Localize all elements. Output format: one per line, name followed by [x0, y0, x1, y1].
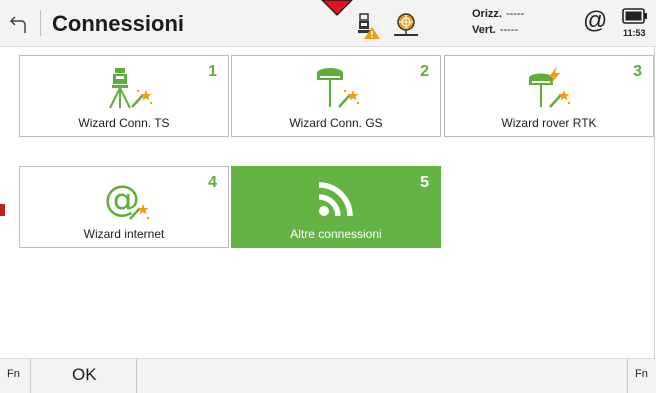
tile-label: Wizard Conn. TS — [78, 116, 170, 130]
battery-icon — [622, 8, 647, 24]
tile-number: 4 — [208, 174, 217, 191]
vertical-accuracy-label: Vert. — [472, 24, 496, 36]
internet-wizard-icon: @ — [104, 179, 150, 220]
ok-button[interactable]: OK — [72, 365, 97, 385]
tile-label: Wizard internet — [83, 227, 165, 241]
page-title: Connessioni — [52, 11, 185, 36]
tile-label: Altre connessioni — [290, 227, 382, 241]
total-station-warning-icon[interactable] — [355, 12, 381, 40]
footer-separator — [30, 359, 31, 393]
tile-number: 5 — [420, 174, 429, 191]
gnss-wizard-icon — [317, 68, 360, 108]
horizontal-accuracy-label: Orizz. — [472, 8, 502, 20]
tile-label: Wizard rover RTK — [501, 116, 597, 130]
vertical-accuracy-value: ----- — [499, 24, 519, 36]
back-separator — [40, 10, 41, 36]
left-marker — [0, 204, 5, 216]
internet-status-icon[interactable]: @ — [583, 8, 607, 34]
tile-wizard-conn-gs[interactable]: 2 Wizard Conn. GS — [231, 55, 441, 137]
back-arrow-icon[interactable] — [8, 13, 30, 35]
tile-altre-connessioni[interactable]: 5 Altre connessioni — [231, 166, 441, 248]
total-station-wizard-icon — [109, 68, 153, 109]
tile-number: 2 — [420, 63, 429, 80]
tile-wizard-conn-ts[interactable]: 1 Wizard Conn. TS — [19, 55, 229, 137]
footer-separator — [136, 359, 137, 393]
prism-icon[interactable] — [391, 11, 421, 39]
wireless-icon — [318, 182, 353, 217]
horizontal-accuracy-value: ----- — [505, 8, 525, 20]
footer-separator — [627, 359, 628, 393]
tile-wizard-internet[interactable]: @ 4 Wizard internet — [19, 166, 229, 248]
rtk-rover-wizard-icon — [529, 66, 571, 108]
tile-label: Wizard Conn. GS — [289, 116, 383, 130]
fn-right-button[interactable]: Fn — [635, 368, 648, 380]
tile-number: 1 — [208, 63, 217, 80]
bottom-bar: Fn OK Fn — [0, 358, 656, 393]
clock: 11:53 — [623, 28, 646, 38]
accuracy-readout: Orizz. ----- Vert. ----- — [472, 6, 524, 38]
fn-left-button[interactable]: Fn — [7, 368, 20, 380]
tile-number: 3 — [633, 63, 642, 80]
marker-arrow-icon — [321, 0, 353, 16]
tile-wizard-rover-rtk[interactable]: 3 Wizard rover RTK — [444, 55, 654, 137]
